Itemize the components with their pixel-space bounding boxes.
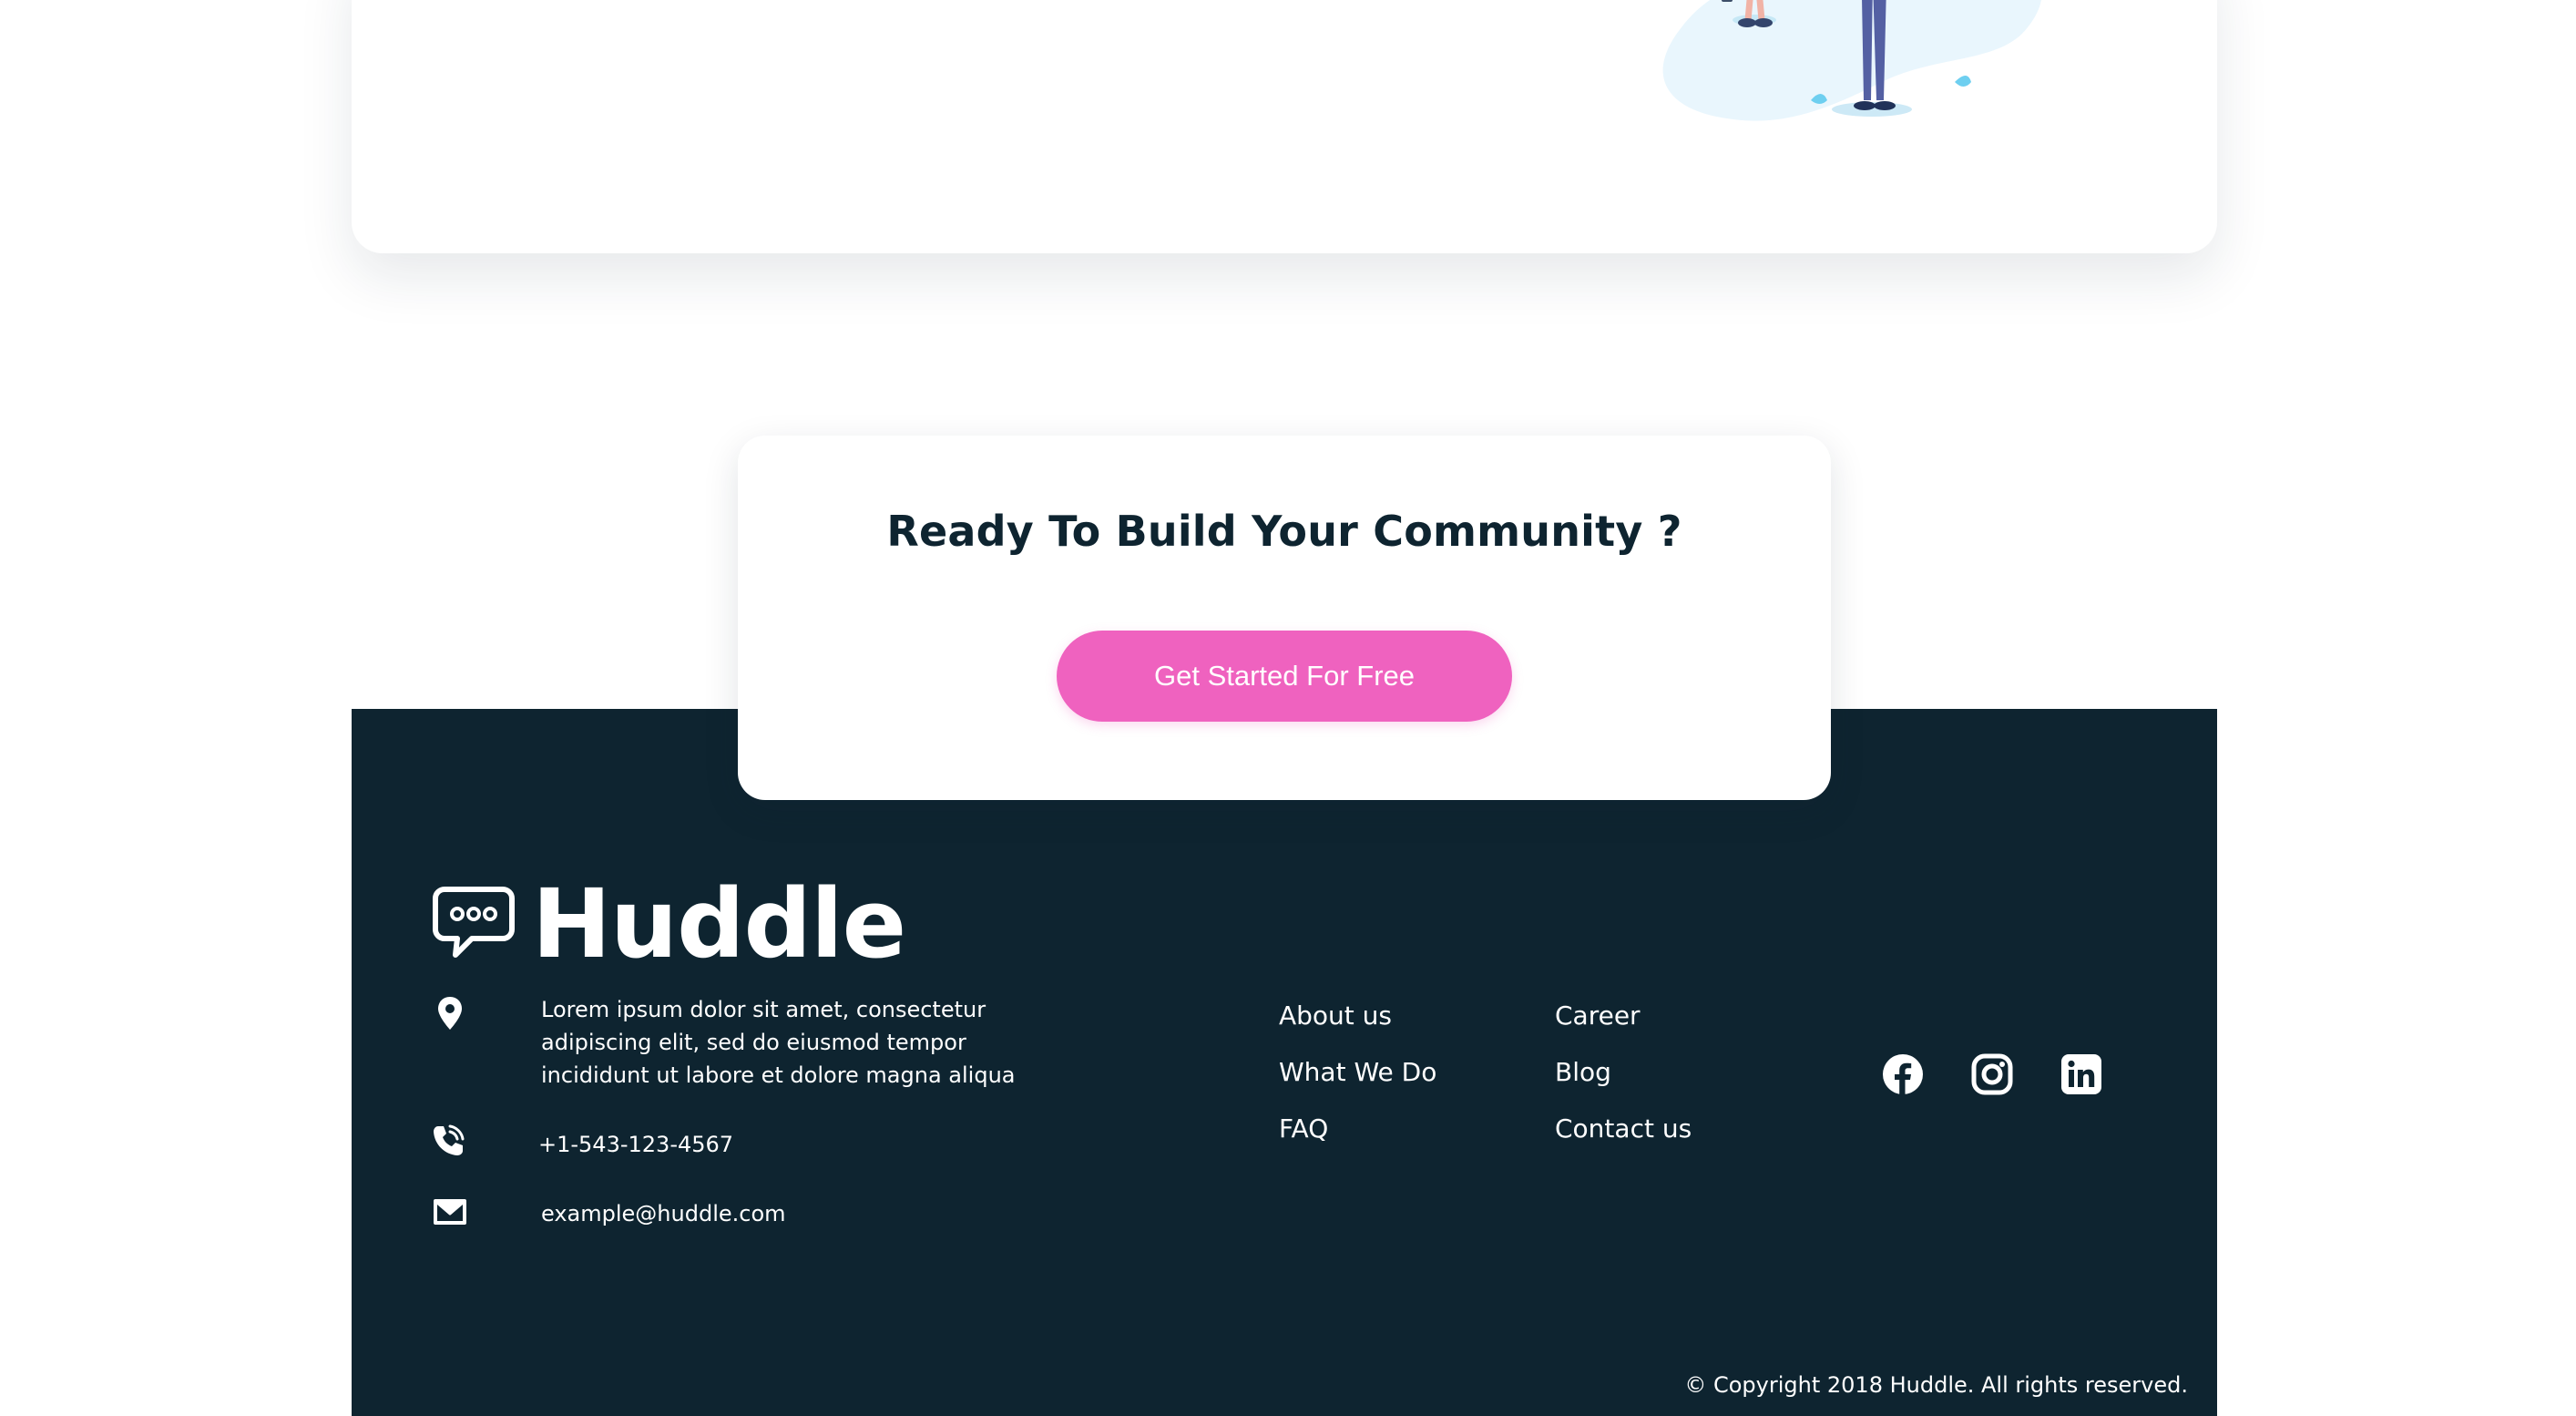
- footer-logo[interactable]: Huddle: [432, 868, 906, 980]
- address-text: Lorem ipsum dolor sit amet, consectetur …: [541, 997, 1016, 1088]
- chat-bubble-icon: [433, 887, 515, 958]
- linkedin-icon[interactable]: [2060, 1053, 2102, 1095]
- logo-text: Huddle: [532, 868, 906, 980]
- instagram-icon[interactable]: [1971, 1053, 2013, 1095]
- features-card: [352, 0, 2217, 253]
- phone-number[interactable]: +1-543-123-4567: [538, 1128, 733, 1161]
- location-pin-icon: [438, 997, 462, 1030]
- footer-links-column-2: Career Blog Contact us: [1555, 999, 1692, 1146]
- facebook-icon[interactable]: [1882, 1053, 1924, 1095]
- link-career[interactable]: Career: [1555, 999, 1692, 1033]
- mail-icon: [434, 1199, 466, 1225]
- link-what-we-do[interactable]: What We Do: [1279, 1055, 1436, 1090]
- footer-links-column-1: About us What We Do FAQ: [1279, 999, 1436, 1146]
- email-address[interactable]: example@huddle.com: [541, 1197, 786, 1230]
- phone-icon: [434, 1124, 465, 1155]
- page: Ready To Build Your Community ? Get Star…: [0, 0, 2576, 1416]
- link-contact-us[interactable]: Contact us: [1555, 1112, 1692, 1146]
- link-blog[interactable]: Blog: [1555, 1055, 1692, 1090]
- cta-card: Ready To Build Your Community ? Get Star…: [738, 436, 1831, 800]
- link-about-us[interactable]: About us: [1279, 999, 1436, 1033]
- illustration: [1662, 0, 2041, 121]
- cta-title: Ready To Build Your Community ?: [886, 507, 1682, 556]
- copyright-text: © Copyright 2018 Huddle. All rights rese…: [1684, 1372, 2188, 1398]
- link-faq[interactable]: FAQ: [1279, 1112, 1436, 1146]
- social-links: [1882, 1053, 2102, 1095]
- get-started-button[interactable]: Get Started For Free: [1057, 631, 1512, 722]
